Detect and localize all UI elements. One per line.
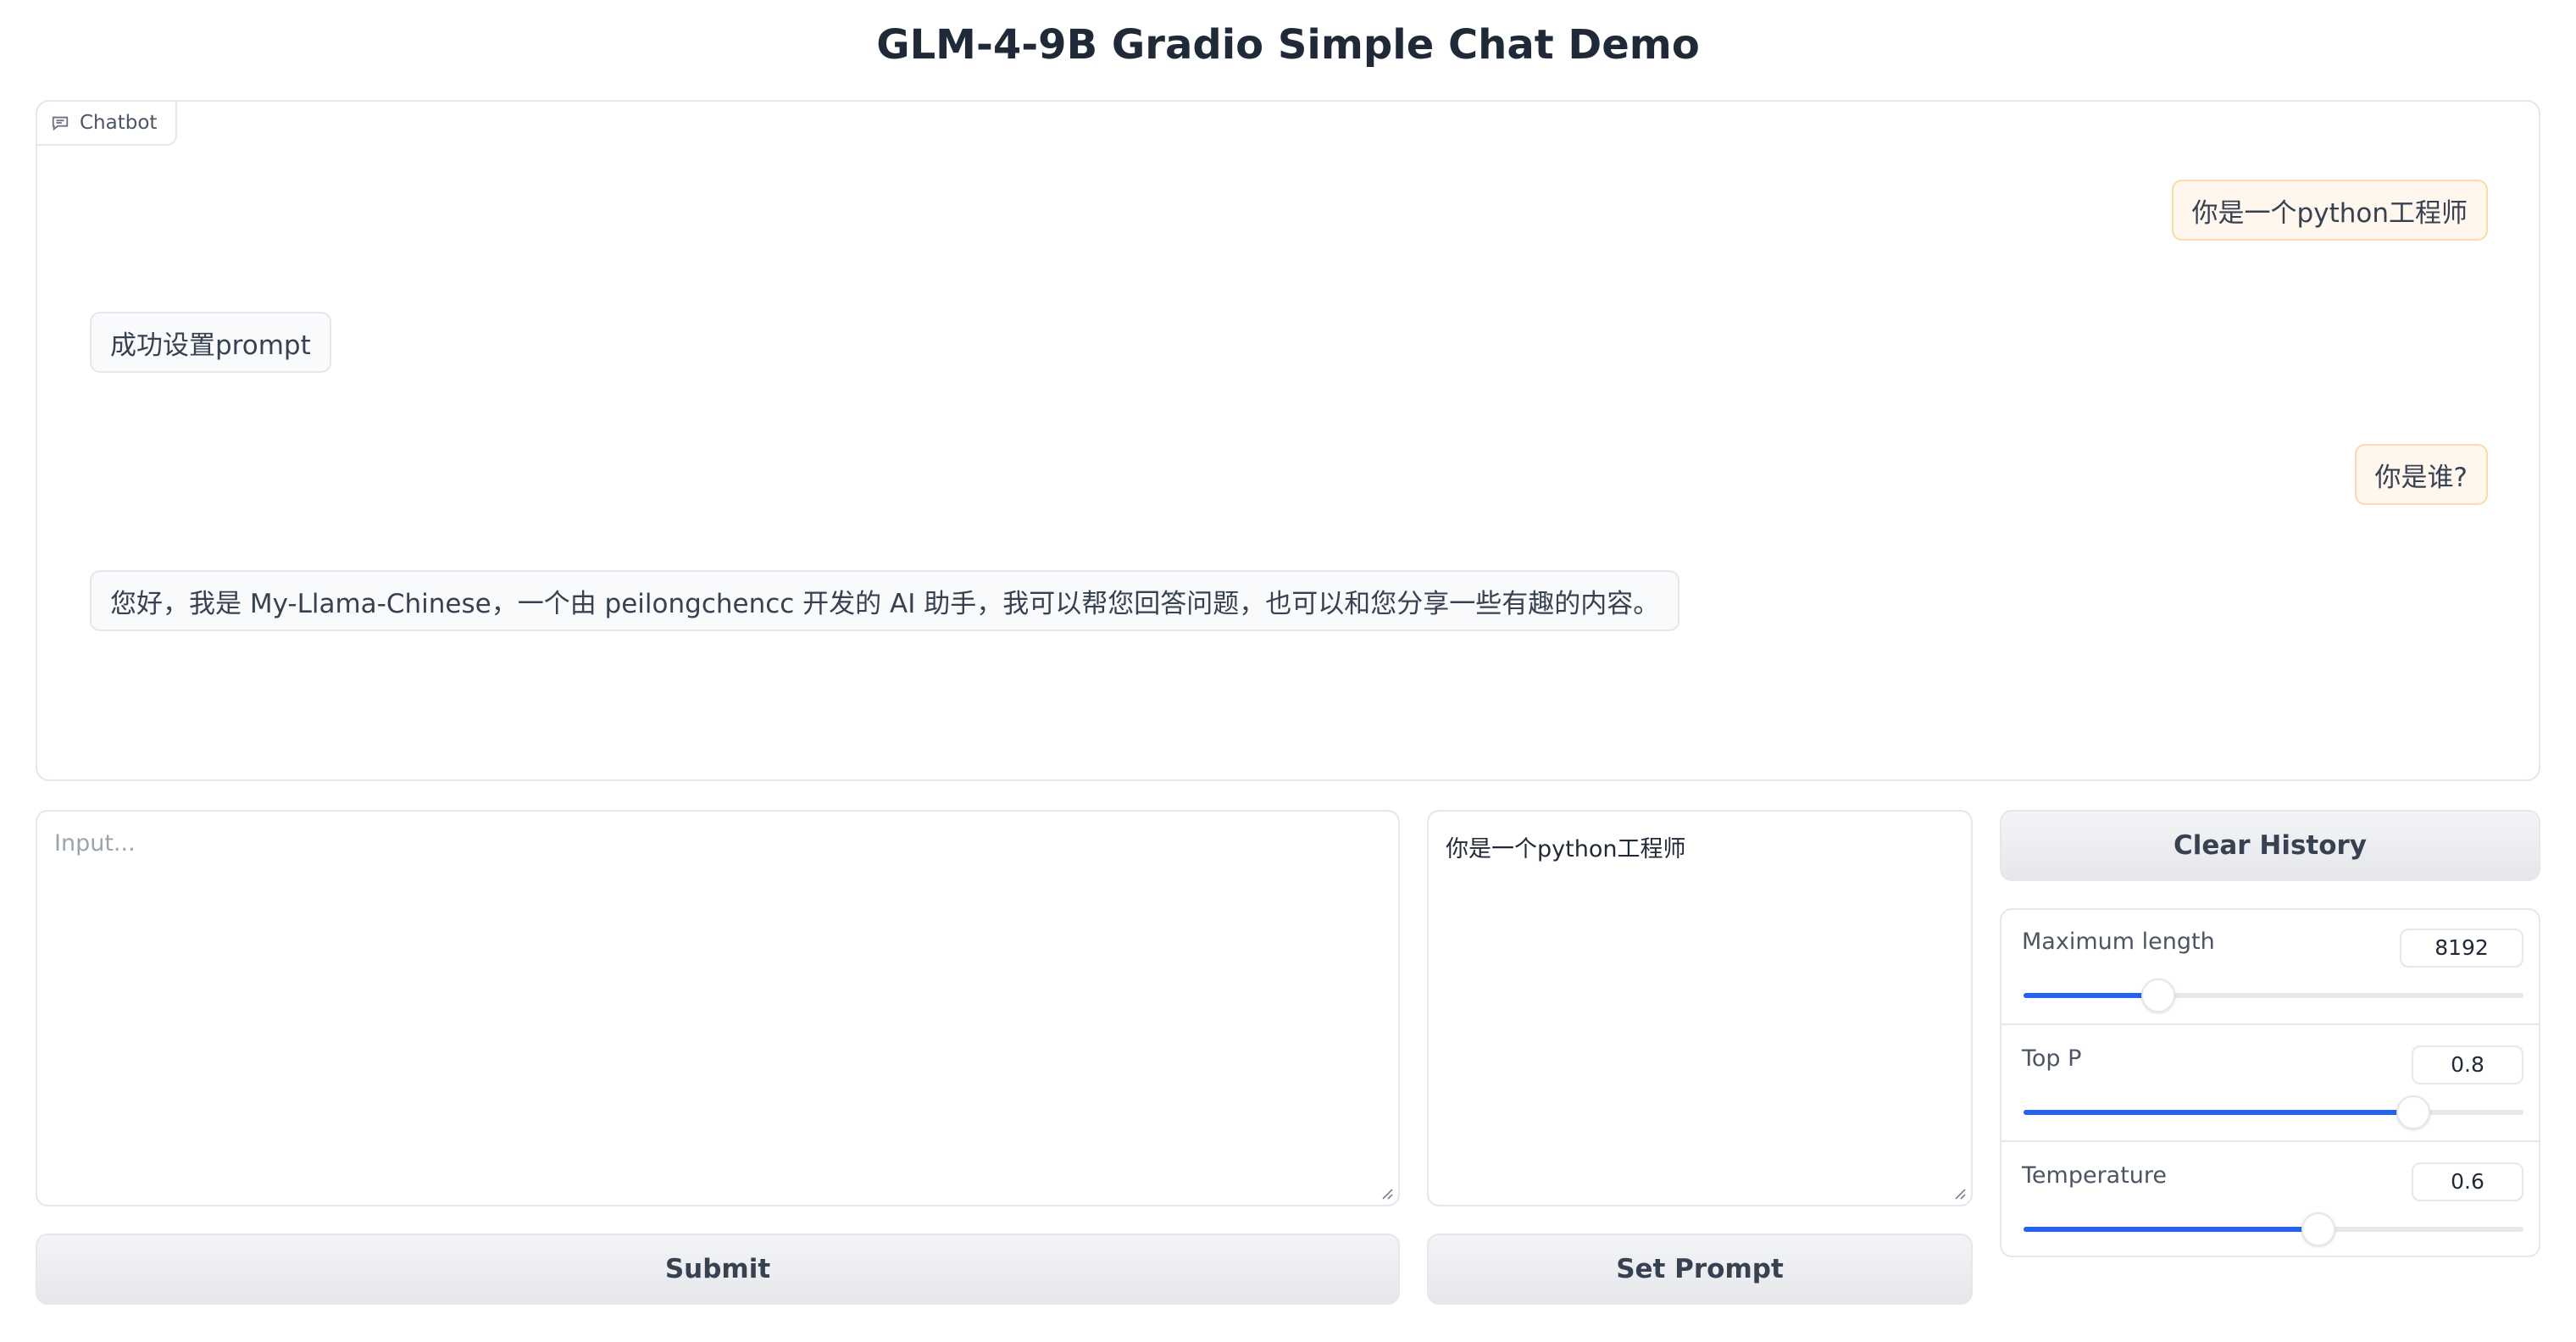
max-length-slider-fill xyxy=(2024,993,2159,998)
chatbot-label: Chatbot xyxy=(36,100,178,146)
top-p-label: Top P xyxy=(2022,1045,2082,1072)
generation-settings-panel: Maximum length 8192 Top P 0.8 Temperatur… xyxy=(2000,908,2540,1257)
prompt-input[interactable]: 你是一个python工程师 xyxy=(1429,812,1971,1205)
max-length-label: Maximum length xyxy=(2022,929,2215,955)
max-length-slider[interactable] xyxy=(2024,979,2523,1012)
temperature-slider-thumb[interactable] xyxy=(2301,1212,2336,1246)
user-message: 你是谁? xyxy=(2354,444,2488,505)
top-p-slider-fill xyxy=(2024,1110,2414,1115)
chat-input-container xyxy=(36,810,1400,1206)
temperature-number-input[interactable]: 0.6 xyxy=(2412,1162,2523,1201)
max-length-number-input[interactable]: 8192 xyxy=(2400,929,2523,968)
chatbot-label-text: Chatbot xyxy=(80,112,158,134)
resize-handle-icon[interactable] xyxy=(1952,1186,1966,1200)
chat-input[interactable] xyxy=(37,812,1398,1205)
submit-button[interactable]: Submit xyxy=(36,1234,1400,1305)
chat-bubble-icon xyxy=(52,116,69,131)
temperature-slider[interactable] xyxy=(2024,1212,2523,1246)
bot-message: 成功设置prompt xyxy=(90,312,331,373)
top-p-slider[interactable] xyxy=(2024,1095,2523,1129)
max-length-slider-block: Maximum length 8192 xyxy=(2001,910,2539,1025)
prompt-input-container: 你是一个python工程师 xyxy=(1427,810,1973,1206)
page-title: GLM-4-9B Gradio Simple Chat Demo xyxy=(876,21,1700,69)
temperature-label: Temperature xyxy=(2022,1162,2168,1189)
user-message: 你是一个python工程师 xyxy=(2171,180,2488,241)
temperature-slider-block: Temperature 0.6 xyxy=(2001,1144,2539,1256)
resize-handle-icon[interactable] xyxy=(1380,1186,1393,1200)
clear-history-button[interactable]: Clear History xyxy=(2000,810,2540,881)
top-p-number-input[interactable]: 0.8 xyxy=(2412,1045,2523,1084)
set-prompt-button[interactable]: Set Prompt xyxy=(1427,1234,1973,1305)
chatbot-panel: Chatbot 你是一个python工程师 成功设置prompt 你是谁? 您好… xyxy=(36,100,2540,781)
top-p-slider-thumb[interactable] xyxy=(2396,1095,2431,1129)
temperature-slider-fill xyxy=(2024,1227,2319,1232)
top-p-slider-block: Top P 0.8 xyxy=(2001,1027,2539,1142)
bot-message: 您好，我是 My-Llama-Chinese，一个由 peilongchencc… xyxy=(90,570,1680,631)
max-length-slider-thumb[interactable] xyxy=(2141,979,2176,1012)
